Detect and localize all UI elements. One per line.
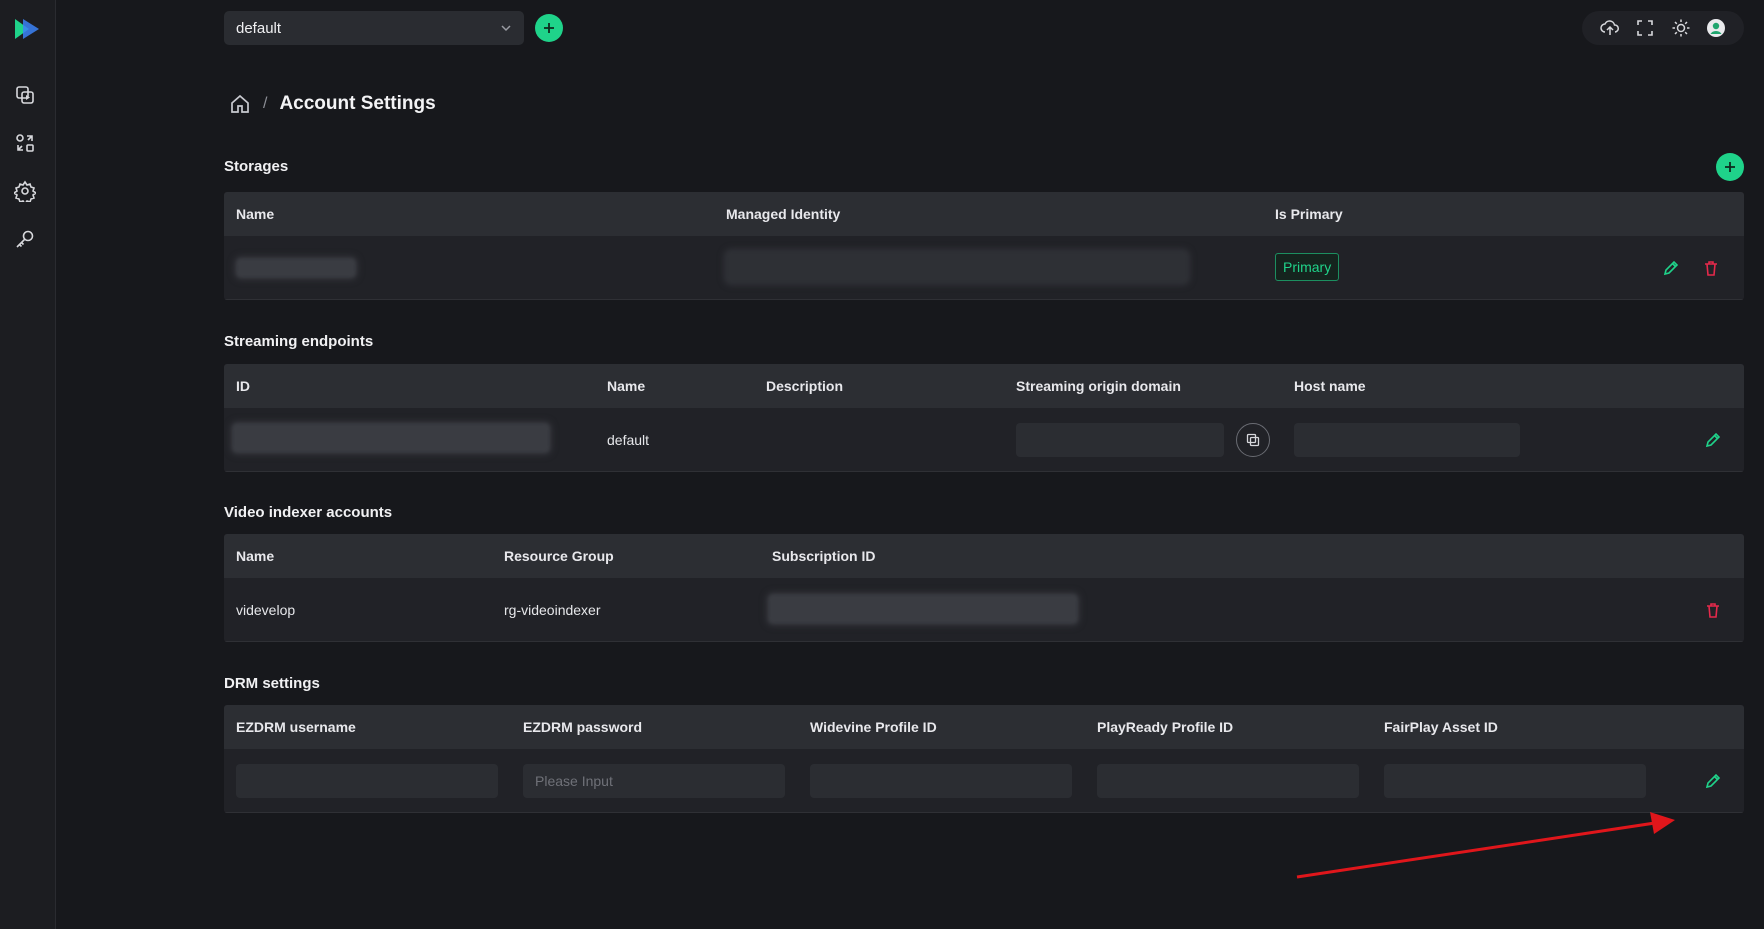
edit-endpoint-button[interactable] bbox=[1702, 429, 1724, 451]
account-select-value: default bbox=[236, 19, 282, 37]
column-header: Host name bbox=[1294, 378, 1366, 394]
fullscreen-icon[interactable] bbox=[1634, 17, 1656, 39]
column-header: Name bbox=[236, 206, 275, 222]
column-header: PlayReady Profile ID bbox=[1097, 719, 1234, 735]
toolbar bbox=[1582, 11, 1744, 45]
upload-cloud-icon[interactable] bbox=[1599, 17, 1621, 39]
column-header: Streaming origin domain bbox=[1016, 378, 1181, 394]
add-account-button[interactable] bbox=[535, 14, 563, 42]
column-header: Widevine Profile ID bbox=[810, 719, 937, 735]
indexer-name: videvelop bbox=[236, 602, 296, 618]
storages-table: Name Managed Identity Is Primary Primary bbox=[224, 192, 1744, 300]
column-header: Name bbox=[607, 378, 646, 394]
column-header: FairPlay Asset ID bbox=[1384, 719, 1498, 735]
drm-settings-title: DRM settings bbox=[224, 675, 320, 692]
storages-title: Storages bbox=[224, 158, 289, 175]
column-header: Description bbox=[766, 378, 844, 394]
table-header: ID Name Description Streaming origin dom… bbox=[224, 364, 1744, 408]
pencil-icon bbox=[1705, 773, 1721, 789]
breadcrumb-separator: / bbox=[263, 95, 268, 112]
plus-icon bbox=[1725, 162, 1735, 172]
plus-icon bbox=[544, 23, 554, 33]
column-header: Name bbox=[236, 548, 275, 564]
page-title: Account Settings bbox=[279, 93, 436, 114]
table-row bbox=[224, 749, 1744, 813]
trash-icon bbox=[1705, 261, 1717, 276]
column-header: ID bbox=[236, 378, 250, 394]
key-nav-icon[interactable] bbox=[12, 226, 38, 252]
widevine-profile-id-field[interactable] bbox=[810, 764, 1072, 798]
pencil-icon bbox=[1663, 260, 1679, 276]
column-header: EZDRM username bbox=[236, 719, 356, 735]
column-header: Resource Group bbox=[504, 548, 614, 564]
settings-nav-icon[interactable] bbox=[12, 178, 38, 204]
pencil-icon bbox=[1705, 432, 1721, 448]
ezdrm-username-field[interactable] bbox=[236, 764, 498, 798]
add-storage-button[interactable] bbox=[1716, 153, 1744, 181]
home-icon[interactable] bbox=[229, 93, 251, 115]
redacted-managed-identity bbox=[726, 251, 1188, 283]
delete-storage-button[interactable] bbox=[1700, 257, 1722, 279]
resource-group: rg-videoindexer bbox=[504, 602, 601, 618]
copy-icon bbox=[1246, 433, 1260, 447]
user-avatar-icon[interactable] bbox=[1705, 17, 1727, 39]
playready-profile-id-field[interactable] bbox=[1097, 764, 1359, 798]
redacted-endpoint-id bbox=[232, 423, 550, 453]
column-header: Managed Identity bbox=[726, 206, 841, 222]
streaming-endpoints-table: ID Name Description Streaming origin dom… bbox=[224, 364, 1744, 472]
table-header: Name Resource Group Subscription ID bbox=[224, 534, 1744, 578]
table-row: videvelop rg-videoindexer bbox=[224, 578, 1744, 642]
transform-nav-icon[interactable] bbox=[12, 130, 38, 156]
theme-sun-icon[interactable] bbox=[1670, 17, 1692, 39]
edit-storage-button[interactable] bbox=[1660, 257, 1682, 279]
redacted-subscription-id bbox=[768, 594, 1078, 624]
app-logo-icon[interactable] bbox=[13, 17, 41, 41]
chevron-down-icon bbox=[501, 25, 511, 32]
video-indexer-table: Name Resource Group Subscription ID vide… bbox=[224, 534, 1744, 642]
account-select[interactable]: default bbox=[224, 11, 524, 45]
streaming-endpoints-title: Streaming endpoints bbox=[224, 333, 374, 350]
column-header: Is Primary bbox=[1275, 206, 1343, 222]
table-row: Primary bbox=[224, 236, 1744, 300]
table-row: default bbox=[224, 408, 1744, 472]
redacted-storage-name bbox=[236, 258, 356, 278]
primary-badge: Primary bbox=[1275, 253, 1340, 281]
copy-domain-button[interactable] bbox=[1236, 423, 1270, 457]
endpoint-name: default bbox=[607, 432, 650, 448]
drm-settings-table: EZDRM username EZDRM password Widevine P… bbox=[224, 705, 1744, 813]
assets-nav-icon[interactable] bbox=[12, 82, 38, 108]
table-header: Name Managed Identity Is Primary bbox=[224, 192, 1744, 236]
host-name-field bbox=[1294, 423, 1520, 457]
column-header: EZDRM password bbox=[523, 719, 643, 735]
column-header: Subscription ID bbox=[772, 548, 876, 564]
edit-drm-button[interactable] bbox=[1702, 770, 1724, 792]
fairplay-asset-id-field[interactable] bbox=[1384, 764, 1646, 798]
ezdrm-password-input[interactable] bbox=[523, 764, 785, 798]
table-header: EZDRM username EZDRM password Widevine P… bbox=[224, 705, 1744, 749]
trash-icon bbox=[1707, 603, 1719, 618]
breadcrumb: / Account Settings bbox=[229, 93, 436, 115]
video-indexer-title: Video indexer accounts bbox=[224, 504, 393, 521]
sidebar bbox=[0, 0, 56, 929]
streaming-origin-domain-field bbox=[1016, 423, 1224, 457]
delete-indexer-button[interactable] bbox=[1702, 599, 1724, 621]
